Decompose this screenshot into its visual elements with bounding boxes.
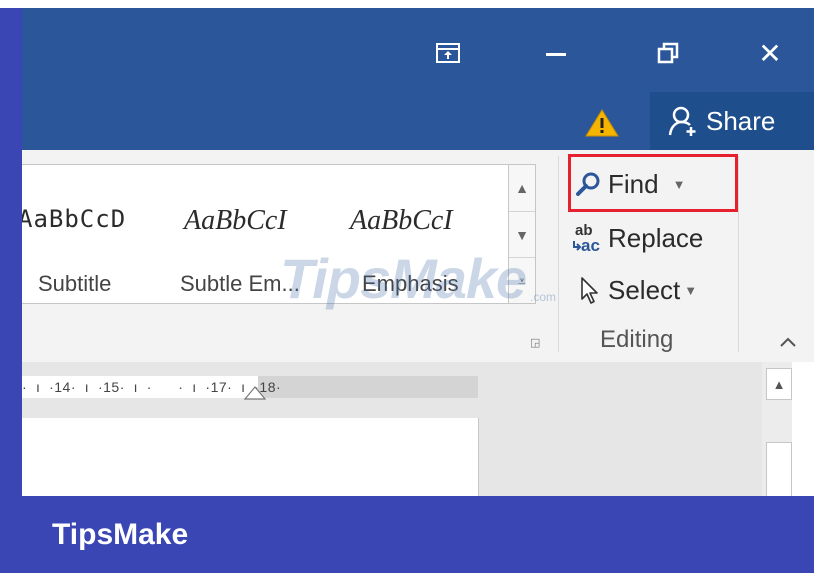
vertical-scrollbar[interactable]: ▲ — [762, 362, 792, 498]
watermark-text: TipsMake — [280, 247, 527, 310]
ribbon-display-options-button[interactable] — [430, 38, 466, 68]
group-divider — [558, 156, 559, 352]
style-name: Subtitle — [38, 271, 112, 296]
tell-me-bar: Share — [22, 92, 814, 150]
svg-text:ac: ac — [581, 236, 600, 255]
find-highlight-box — [568, 154, 738, 212]
close-button[interactable]: ✕ — [750, 36, 790, 70]
scroll-up-button[interactable]: ▲ — [766, 368, 792, 400]
collapse-ribbon-button[interactable] — [774, 330, 802, 354]
indent-marker-icon[interactable] — [244, 386, 266, 400]
share-button[interactable]: Share — [650, 92, 814, 150]
replace-icon: ab ac — [570, 221, 608, 255]
document-page[interactable] — [22, 418, 479, 496]
warning-button[interactable] — [584, 108, 620, 138]
chevron-up-icon: ▲ — [515, 180, 529, 196]
dialog-launcher-icon: ◲ — [530, 337, 541, 349]
scroll-thumb[interactable] — [766, 442, 792, 498]
chevron-up-icon: ▲ — [772, 376, 786, 392]
restore-icon — [657, 42, 679, 64]
watermark-domain: .com — [530, 290, 557, 304]
share-label: Share — [706, 105, 776, 136]
share-person-icon — [668, 105, 698, 137]
left-border — [0, 0, 22, 573]
select-button[interactable]: Select ▼ — [570, 268, 697, 312]
editing-group-label: Editing — [600, 326, 674, 353]
footer-banner: TipsMake — [22, 496, 814, 573]
ruler-margin — [258, 376, 478, 398]
top-border — [0, 0, 822, 8]
style-subtitle[interactable]: AaBbCcD Subtitle — [22, 165, 178, 303]
footer-brand: TipsMake — [52, 518, 189, 551]
style-sample: AaBbCcI — [350, 205, 453, 236]
gallery-up-button[interactable]: ▲ — [509, 165, 535, 211]
ruler-scale: · ı ·14· ı ·15· ı · · ı ·17· ı ·18· — [22, 379, 282, 395]
document-area: · ı ·14· ı ·15· ı · · ı ·17· ı ·18· — [22, 362, 792, 496]
replace-button[interactable]: ab ac Replace — [570, 216, 703, 260]
chevron-up-icon — [780, 337, 796, 347]
minimize-icon — [546, 53, 566, 56]
chevron-down-icon: ▼ — [515, 227, 529, 243]
ribbon-display-options-icon — [436, 43, 460, 63]
style-sample: AaBbCcI — [184, 205, 287, 236]
cursor-arrow-icon — [570, 275, 608, 305]
title-bar: ✕ — [22, 8, 814, 92]
style-sample: AaBbCcD — [22, 205, 127, 233]
replace-label: Replace — [608, 222, 704, 253]
group-divider — [738, 156, 739, 352]
warning-icon — [585, 109, 619, 137]
chevron-down-icon: ▼ — [684, 282, 698, 298]
styles-dialog-launcher[interactable]: ◲ — [530, 336, 544, 350]
right-border — [814, 0, 822, 573]
select-label: Select — [608, 274, 681, 305]
minimize-button[interactable] — [536, 38, 576, 68]
restore-button[interactable] — [648, 38, 688, 68]
